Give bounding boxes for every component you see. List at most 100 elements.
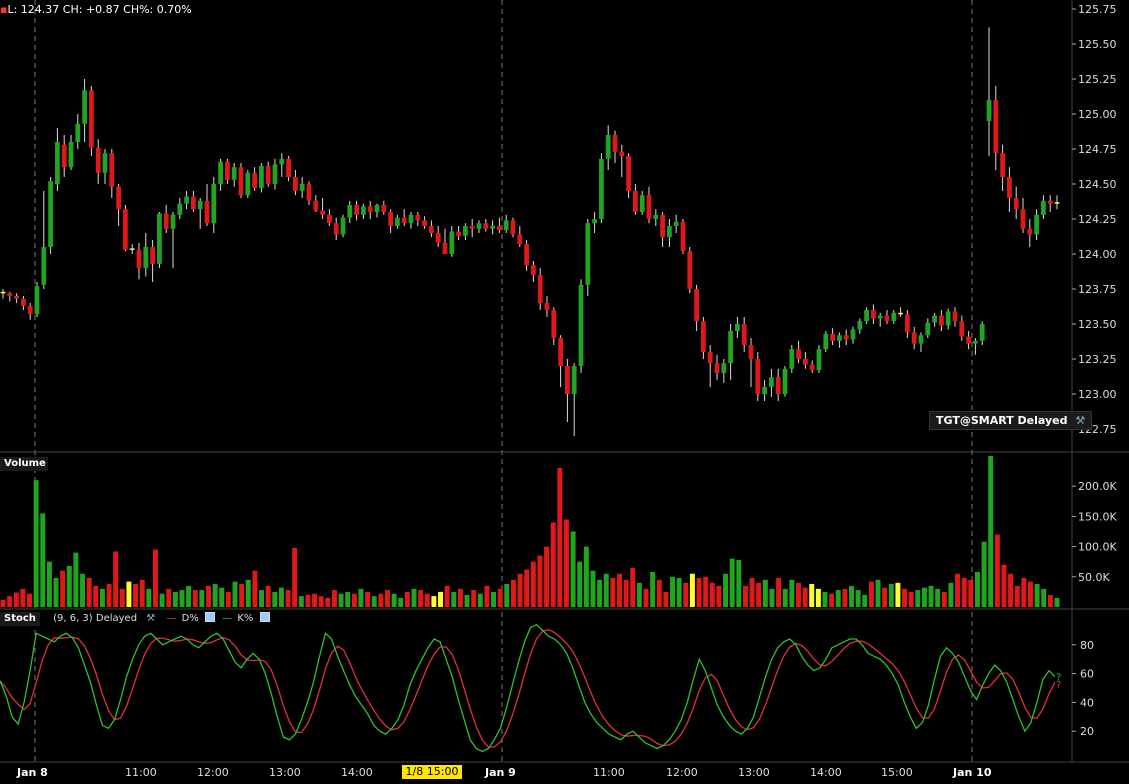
volume-bar [855, 590, 861, 607]
volume-bar [650, 571, 656, 607]
candle-body [741, 324, 747, 345]
volume-bar [935, 588, 941, 607]
candle-body [728, 331, 733, 364]
volume-bar [438, 591, 443, 607]
candle-body [898, 312, 903, 315]
candle-body [163, 213, 169, 229]
volume-bar [617, 573, 622, 607]
volume-bar [33, 480, 39, 607]
candle-body [14, 296, 19, 299]
volume-bar [86, 578, 92, 607]
volume-bar [842, 588, 848, 607]
stoch-tick-label: 80 [1080, 639, 1094, 652]
volume-bar [829, 593, 835, 607]
volume-bar [769, 588, 775, 607]
candle-body [191, 196, 196, 210]
candle-body [558, 338, 563, 366]
volume-bar [882, 587, 888, 607]
volume-bar [776, 578, 782, 607]
wrench-icon[interactable]: ⚒ [146, 612, 155, 626]
volume-bar [1021, 578, 1027, 607]
volume-bar [285, 590, 291, 607]
candle-body [55, 142, 60, 184]
volume-bar [225, 591, 231, 607]
candle-body [952, 311, 958, 322]
candle-body [374, 205, 380, 212]
volume-bar [40, 513, 46, 607]
candle-body [245, 172, 251, 196]
volume-bar [66, 565, 72, 607]
stoch-legend: Stoch (9, 6, 3) Delayed ⚒ — D% — K% [0, 612, 274, 626]
candle-body [259, 165, 264, 189]
candle-body [714, 363, 720, 373]
candle-body [877, 315, 883, 319]
volume-bar [119, 588, 125, 607]
volume-bar [206, 585, 211, 607]
time-label: 12:00 [197, 766, 229, 779]
candle-body [367, 206, 373, 212]
volume-bar [782, 588, 788, 607]
volume-bar [988, 455, 994, 607]
volume-bar [292, 547, 298, 607]
candle-body [626, 156, 631, 191]
price-tick-label: 125.50 [1078, 38, 1117, 51]
candle-body [218, 161, 223, 184]
volume-bar [809, 584, 815, 607]
chart-canvas[interactable]: ?? 125.75125.50125.25125.00124.75124.501… [0, 0, 1129, 784]
candle-body [680, 221, 686, 252]
volume-bar [345, 591, 351, 607]
volume-bar [312, 593, 318, 607]
volume-bar [1054, 597, 1060, 607]
time-label: Jan 8 [17, 766, 48, 779]
candle-body [299, 184, 305, 191]
volume-bar [431, 596, 437, 607]
volume-bar [133, 584, 139, 607]
volume-bar [404, 591, 410, 607]
candle-body [796, 349, 801, 359]
volume-bar [1014, 585, 1020, 607]
candle-body [102, 153, 108, 173]
k-visible-checkbox[interactable] [259, 612, 270, 622]
d-label: D% [181, 613, 199, 624]
volume-bar [815, 588, 821, 607]
candle-body [123, 209, 128, 250]
candle-body [639, 195, 645, 212]
volume-bar [550, 522, 556, 607]
candle-body [782, 368, 788, 394]
candle-body [939, 315, 944, 326]
candle-body [932, 315, 937, 323]
volume-tick-label: 100.0K [1078, 541, 1117, 554]
volume-bar [1008, 573, 1014, 607]
volume-bar [20, 588, 26, 607]
candle-body [48, 181, 53, 247]
time-label: 13:00 [738, 766, 770, 779]
stoch-tick-label: 60 [1080, 668, 1094, 681]
volume-bar [676, 578, 682, 607]
candle-body [109, 153, 115, 187]
time-label: 15:00 [881, 766, 913, 779]
candle-body [408, 214, 414, 224]
d-visible-checkbox[interactable] [204, 612, 215, 622]
candle-body [544, 303, 550, 310]
candle-body [973, 340, 978, 344]
wrench-icon[interactable]: ⚒ [1075, 414, 1085, 427]
candle-body [272, 164, 278, 184]
time-label: 14:00 [341, 766, 373, 779]
candle-body [34, 286, 40, 315]
candle-body [231, 167, 237, 180]
candle-body [177, 203, 183, 215]
volume-bar [351, 593, 357, 607]
volume-bar [113, 551, 119, 607]
volume-bar [570, 531, 576, 607]
volume-bar [577, 561, 583, 607]
volume-bar [968, 579, 974, 607]
volume-bar [106, 584, 112, 607]
stoch-tick-label: 40 [1080, 696, 1094, 709]
symbol-badge[interactable]: TGT@SMART Delayed ⚒ [929, 411, 1093, 430]
volume-bar [921, 587, 927, 607]
candle-body [347, 205, 353, 218]
volume-bar [298, 596, 304, 607]
volume-bar [994, 534, 1000, 607]
candle-body [361, 206, 366, 215]
time-label: 14:00 [810, 766, 842, 779]
